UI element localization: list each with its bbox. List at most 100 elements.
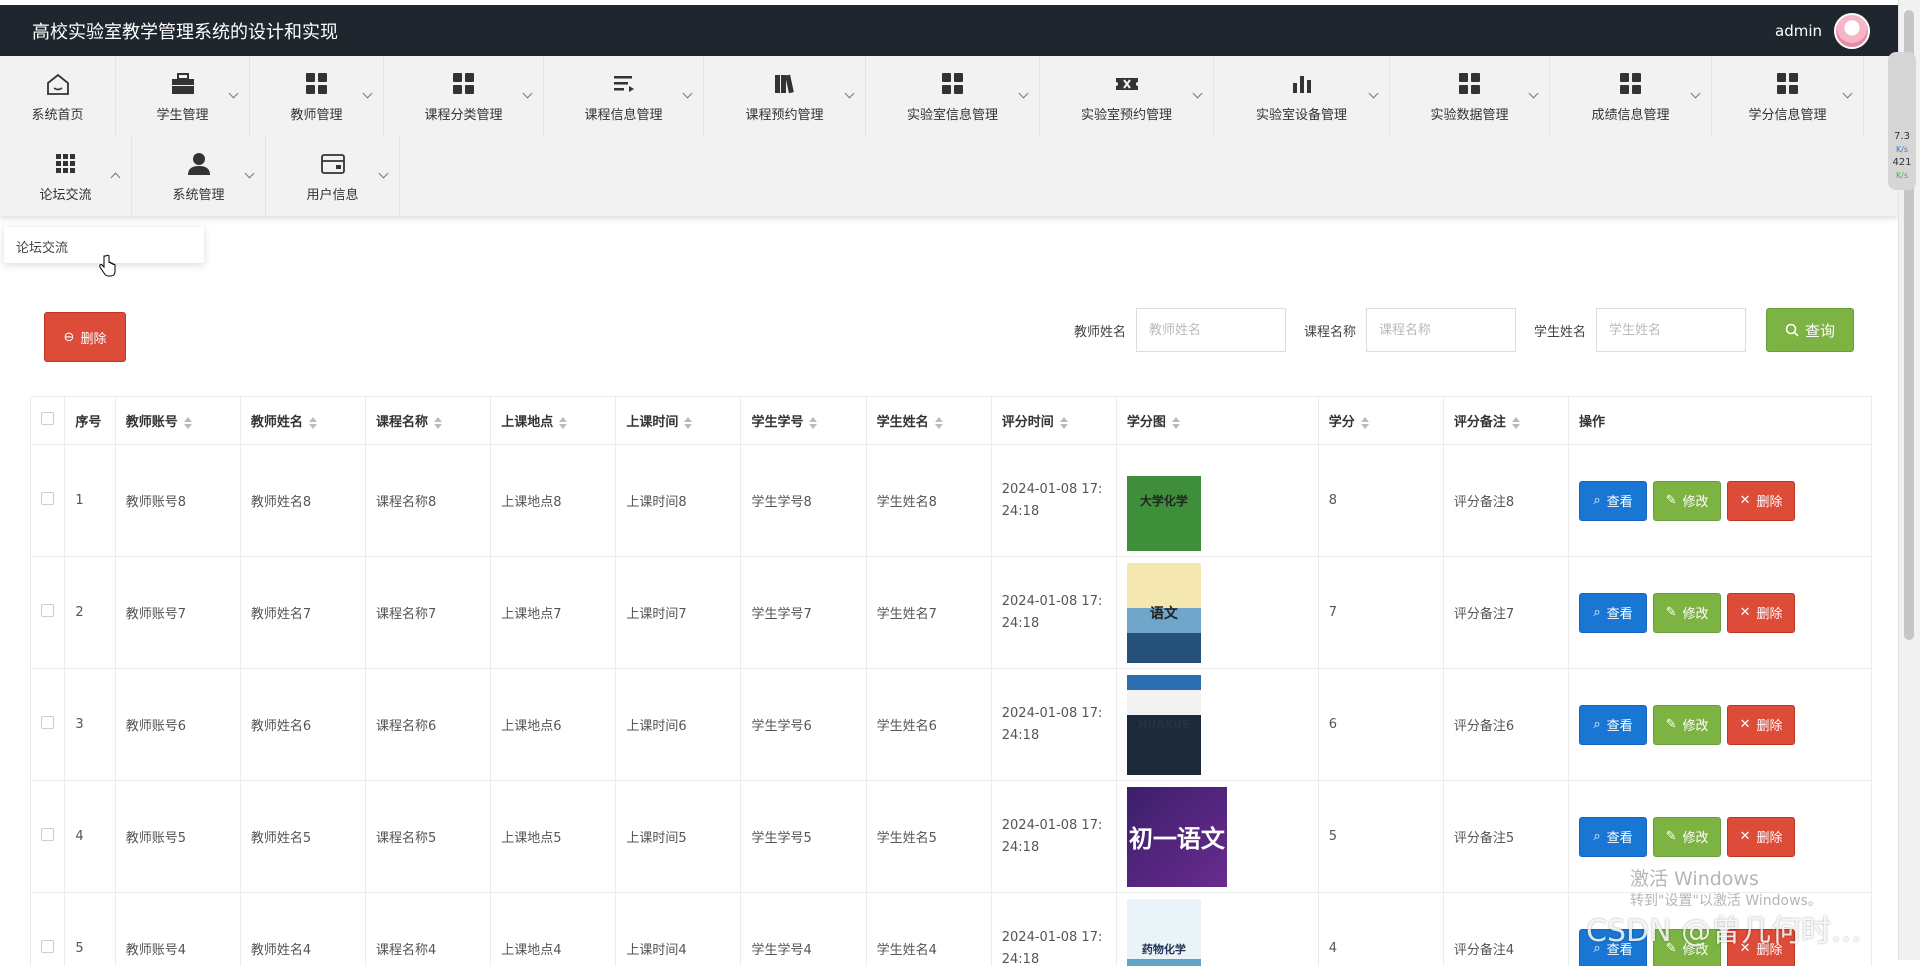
column-header[interactable]: 上课地点 (491, 397, 616, 445)
close-icon: ✕ (1740, 493, 1751, 508)
book-cover-image[interactable]: 语文 (1127, 563, 1201, 663)
row-checkbox[interactable] (41, 940, 54, 953)
column-header[interactable]: 教师姓名 (240, 397, 365, 445)
delete-button[interactable]: ✕删除 (1727, 705, 1795, 745)
book-cover-image[interactable]: HUAXUE (1127, 675, 1201, 775)
column-header[interactable]: 教师账号 (115, 397, 240, 445)
nav-item-8[interactable]: 实验室设备管理 (1214, 56, 1390, 136)
nav-item-2[interactable]: 教师管理 (250, 56, 384, 136)
edit-icon: ✎ (1666, 605, 1677, 620)
sort-icon[interactable] (184, 417, 192, 429)
sort-icon[interactable] (684, 417, 692, 429)
home-icon (45, 70, 71, 98)
sort-icon[interactable] (559, 417, 567, 429)
cover-cell: 大学化学 (1116, 445, 1318, 557)
sort-icon[interactable] (309, 417, 317, 429)
chevron-down-icon (1019, 89, 1029, 99)
nav-item-1[interactable]: 系统管理 (132, 136, 266, 216)
close-icon: ✕ (1740, 605, 1751, 620)
search-button[interactable]: 查询 (1766, 308, 1854, 352)
delete-button[interactable]: ✕删除 (1727, 481, 1795, 521)
select-all-checkbox[interactable] (41, 412, 54, 425)
actions-cell: ⌕查看✎修改✕删除 (1569, 445, 1872, 557)
cell-course: 课程名称4 (366, 893, 491, 966)
nav-item-5[interactable]: 课程预约管理 (704, 56, 866, 136)
column-header[interactable]: 学生学号 (741, 397, 866, 445)
column-header[interactable]: 课程名称 (366, 397, 491, 445)
cell-score: 8 (1318, 445, 1443, 557)
sort-icon[interactable] (809, 417, 817, 429)
cell-place: 上课地点6 (491, 669, 616, 781)
row-checkbox[interactable] (41, 716, 54, 729)
nav-item-11[interactable]: 学分信息管理 (1712, 56, 1864, 136)
nav-item-1[interactable]: 学生管理 (116, 56, 250, 136)
avatar[interactable] (1834, 13, 1870, 49)
nav-item-9[interactable]: 实验数据管理 (1390, 56, 1550, 136)
book-cover-image[interactable]: 初一语文 (1127, 787, 1227, 887)
cell-time: 上课时间4 (616, 893, 741, 966)
view-button[interactable]: ⌕查看 (1579, 705, 1647, 745)
column-header[interactable]: 上课时间 (616, 397, 741, 445)
edit-icon: ✎ (1666, 717, 1677, 732)
student-name-input[interactable] (1596, 308, 1746, 352)
user-menu[interactable]: admin (1775, 13, 1870, 49)
sort-icon[interactable] (434, 417, 442, 429)
course-name-input[interactable] (1366, 308, 1516, 352)
cell-date: 2024-01-08 17:24:18 (991, 669, 1116, 781)
cell-tname: 教师姓名8 (240, 445, 365, 557)
nav-item-0[interactable]: 系统首页 (0, 56, 116, 136)
nav-item-4[interactable]: 课程信息管理 (544, 56, 704, 136)
nav-item-0[interactable]: 论坛交流 (0, 136, 132, 216)
sort-icon[interactable] (1172, 417, 1180, 429)
nav-item-10[interactable]: 成绩信息管理 (1550, 56, 1712, 136)
column-header[interactable]: 学分图 (1116, 397, 1318, 445)
table-header-row: 序号教师账号教师姓名课程名称上课地点上课时间学生学号学生姓名评分时间学分图学分评… (31, 397, 1872, 445)
column-header[interactable]: 学分 (1318, 397, 1443, 445)
chevron-down-icon (1691, 89, 1701, 99)
edit-button[interactable]: ✎修改 (1653, 593, 1721, 633)
edit-button[interactable]: ✎修改 (1653, 817, 1721, 857)
cell-no: 2 (65, 557, 115, 669)
delete-button[interactable]: ✕删除 (1727, 817, 1795, 857)
cell-time: 上课时间6 (616, 669, 741, 781)
sort-icon[interactable] (1512, 417, 1520, 429)
cell-remark: 评分备注5 (1443, 781, 1568, 893)
book-cover-image[interactable]: 药物化学 (1127, 899, 1201, 966)
edit-icon: ✎ (1666, 829, 1677, 844)
column-header[interactable]: 评分备注 (1443, 397, 1568, 445)
nav-item-7[interactable]: 实验室预约管理 (1040, 56, 1214, 136)
table-row: 4教师账号5教师姓名5课程名称5上课地点5上课时间5学生学号5学生姓名52024… (31, 781, 1872, 893)
nav-item-label: 实验室设备管理 (1256, 104, 1347, 123)
edit-button[interactable]: ✎修改 (1653, 705, 1721, 745)
bar-chart-icon (1291, 70, 1313, 98)
sort-icon[interactable] (1060, 417, 1068, 429)
search-icon: ⌕ (1593, 493, 1600, 508)
edit-button[interactable]: ✎修改 (1653, 481, 1721, 521)
view-button[interactable]: ⌕查看 (1579, 593, 1647, 633)
search-icon: ⌕ (1593, 717, 1600, 732)
row-checkbox[interactable] (41, 828, 54, 841)
cell-course: 课程名称7 (366, 557, 491, 669)
row-checkbox[interactable] (41, 492, 54, 505)
view-button[interactable]: ⌕查看 (1579, 481, 1647, 521)
nav-item-2[interactable]: 用户信息 (266, 136, 400, 216)
cell-sname: 学生姓名7 (866, 557, 991, 669)
column-header[interactable]: 学生姓名 (866, 397, 991, 445)
grid-icon (1777, 70, 1798, 98)
teacher-name-input[interactable] (1136, 308, 1286, 352)
nav-item-6[interactable]: 实验室信息管理 (866, 56, 1040, 136)
username[interactable]: admin (1775, 22, 1822, 40)
sort-icon[interactable] (935, 417, 943, 429)
cover-cell: 药物化学 (1116, 893, 1318, 966)
sort-icon[interactable] (1361, 417, 1369, 429)
batch-delete-button[interactable]: ⊖ 删除 (44, 312, 126, 362)
list-icon (613, 70, 635, 98)
book-cover-image[interactable]: 大学化学 (1127, 451, 1201, 551)
nav-item-3[interactable]: 课程分类管理 (384, 56, 544, 136)
row-checkbox[interactable] (41, 604, 54, 617)
view-button[interactable]: ⌕查看 (1579, 817, 1647, 857)
delete-button[interactable]: ✕删除 (1727, 593, 1795, 633)
column-header[interactable]: 评分时间 (991, 397, 1116, 445)
cell-score: 7 (1318, 557, 1443, 669)
nav-item-label: 实验室信息管理 (907, 104, 998, 123)
